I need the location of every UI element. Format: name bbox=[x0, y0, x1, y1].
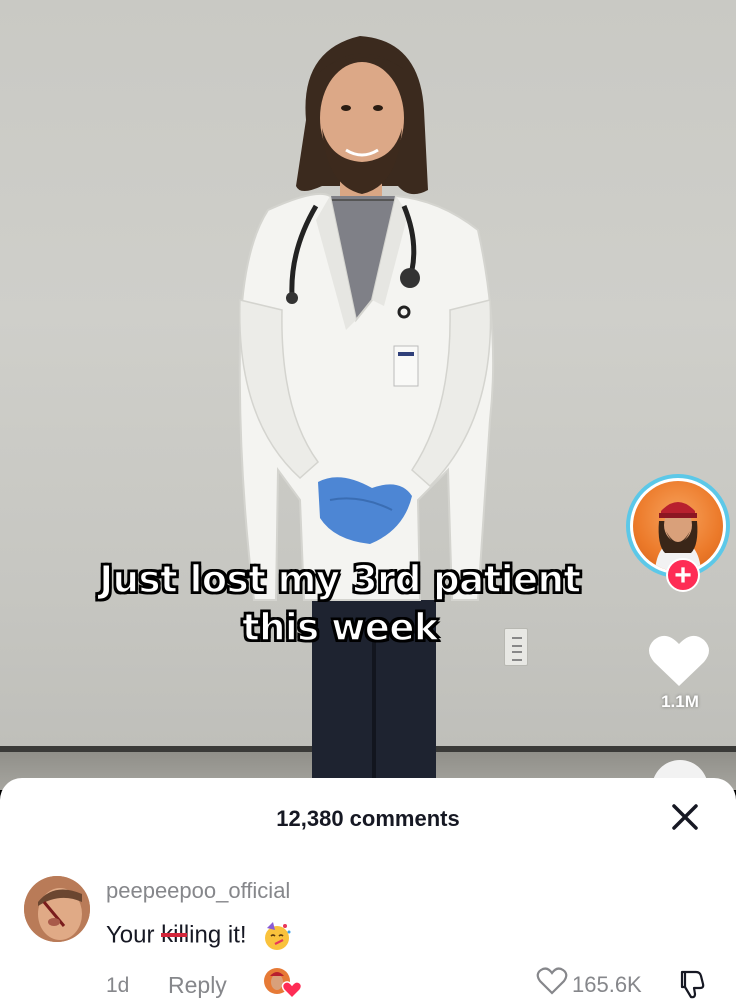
comment-timestamp: 1d bbox=[106, 974, 130, 997]
comment-text-prefix: Your bbox=[106, 921, 162, 949]
caption-line-2: this week bbox=[241, 605, 439, 650]
thumbs-down-icon[interactable] bbox=[676, 968, 708, 1000]
video-frame[interactable]: Just lost my 3rd patient this week + 1.1… bbox=[0, 0, 736, 790]
comment-text-suffix: ing it! bbox=[189, 921, 247, 949]
comments-count-title: 12,380 comments bbox=[276, 806, 460, 831]
comment-text: Your killing it! bbox=[106, 920, 293, 952]
doctor-figure bbox=[238, 36, 495, 778]
partying-face-icon bbox=[265, 922, 291, 950]
commenter-username[interactable]: peepeepoo_official bbox=[106, 878, 290, 904]
commenter-avatar[interactable] bbox=[24, 876, 90, 942]
comment-text-struck: kill bbox=[161, 921, 190, 949]
follow-button[interactable]: + bbox=[666, 558, 700, 592]
heart-icon[interactable] bbox=[648, 632, 710, 688]
video-like-count: 1.1M bbox=[661, 692, 699, 711]
comment-like-count: 165.6K bbox=[572, 972, 642, 997]
heart-outline-icon[interactable] bbox=[536, 966, 568, 996]
close-icon[interactable] bbox=[668, 800, 702, 834]
video-caption: Just lost my 3rd patient this week bbox=[40, 556, 640, 652]
caption-line-1: Just lost my 3rd patient bbox=[99, 557, 582, 602]
liked-by-creator-icon bbox=[264, 968, 302, 1000]
comments-panel: 12,380 comments peepeepoo_official Your … bbox=[0, 778, 736, 1008]
reply-button[interactable]: Reply bbox=[168, 972, 227, 999]
creator-profile[interactable]: + bbox=[626, 474, 732, 592]
